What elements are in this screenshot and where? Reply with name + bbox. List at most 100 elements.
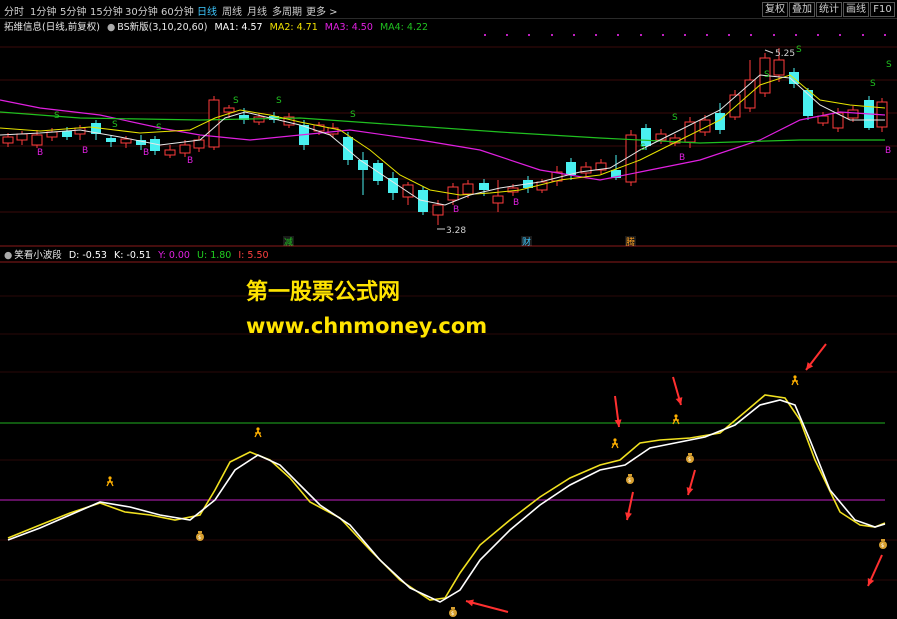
buy-signal: B: [82, 146, 88, 156]
candle: [388, 172, 398, 200]
ma4-line: [0, 111, 885, 144]
candle: [595, 159, 607, 174]
money-bag-icon: $: [196, 531, 204, 541]
candle-body: [106, 138, 116, 142]
candle-body: [253, 116, 265, 123]
chart-canvas[interactable]: SS SS SSSSSSSSB B BBBBBB 5.25 3.28 减 财 腾 $$$…: [0, 0, 897, 619]
money-bag-icon: $: [449, 607, 457, 617]
candle: [684, 117, 696, 148]
candle-body: [402, 184, 414, 198]
candle: [402, 182, 414, 205]
annotation-arrows: [465, 343, 883, 613]
k-line: [7, 394, 886, 601]
sell-signal: S: [350, 110, 356, 120]
event-marker-label: 减: [284, 236, 293, 248]
sell-signal: S: [672, 113, 678, 123]
candle-body: [432, 204, 444, 216]
sell-signal: S: [796, 45, 802, 55]
sell-signal: S: [640, 143, 646, 153]
annotation-arrow: [672, 376, 683, 406]
candle-body: [343, 137, 353, 160]
buy-signal: B: [885, 146, 891, 156]
sell-signal: S: [870, 79, 876, 89]
candles: [2, 48, 888, 225]
watermark-url: www.chnmoney.com: [246, 314, 488, 338]
candle: [327, 123, 339, 138]
event-marker-label: 财: [522, 236, 531, 248]
candle-body: [164, 149, 176, 156]
candle-body: [847, 109, 859, 119]
candle: [16, 131, 28, 145]
candle: [551, 166, 563, 186]
buy-signal: B: [513, 198, 519, 208]
candle-body: [773, 59, 785, 76]
candle: [150, 136, 160, 155]
candle: [106, 135, 116, 147]
candle-body: [31, 134, 43, 146]
sell-signal: S: [886, 60, 892, 70]
sell-signal: S: [276, 96, 282, 106]
sell-signal: S: [112, 120, 118, 130]
annotation-arrow: [625, 491, 634, 521]
annotation-arrow: [614, 395, 622, 428]
candle-body: [193, 139, 205, 149]
svg-text:$: $: [688, 457, 691, 463]
money-bag-icon: $: [686, 453, 694, 463]
sell-signal: S: [156, 123, 162, 133]
event-marker[interactable]: 财: [521, 236, 532, 248]
candle: [715, 103, 725, 134]
candle: [744, 60, 756, 112]
candle: [729, 90, 741, 120]
annotation-arrow: [686, 469, 696, 496]
event-marker-label: 腾: [626, 236, 635, 248]
sell-signal: S: [764, 70, 770, 80]
sub-grid: [0, 295, 897, 581]
buy-signal: B: [37, 148, 43, 158]
svg-text:$: $: [881, 543, 884, 549]
candle-body: [208, 99, 220, 148]
d-line: [7, 399, 886, 603]
sell-signal: S: [54, 111, 60, 121]
sub-signals: $ $ $ $ $: [106, 375, 887, 617]
candle-body: [817, 115, 829, 124]
svg-text:$: $: [198, 535, 201, 541]
candle: [492, 180, 504, 212]
annotation-arrow: [867, 554, 883, 587]
buy-signal: B: [187, 156, 193, 166]
candle-body: [16, 133, 28, 141]
candle: [358, 152, 368, 195]
event-marker[interactable]: 减: [283, 236, 294, 248]
candle-body: [729, 94, 741, 118]
watermark-title: 第一股票公式网: [246, 280, 401, 305]
sell-person-icon: [106, 476, 114, 487]
annotation-arrow: [465, 599, 509, 613]
candle-body: [462, 183, 474, 195]
candle: [864, 96, 874, 130]
candle-body: [479, 183, 489, 190]
buy-signal: B: [679, 153, 685, 163]
candle: [208, 96, 220, 150]
top-dots: [484, 34, 886, 36]
high-price-label: 5.25: [775, 49, 795, 59]
candle: [91, 120, 101, 140]
event-marker[interactable]: 腾: [625, 236, 636, 248]
svg-text:$: $: [628, 478, 631, 484]
candle-body: [120, 138, 132, 144]
candle: [580, 162, 592, 177]
sell-person-icon: [791, 375, 799, 386]
annotation-arrow: [805, 343, 827, 371]
candle: [566, 158, 576, 180]
candle-body: [179, 144, 191, 154]
sell-person-icon: [611, 438, 619, 449]
svg-text:$: $: [451, 611, 454, 617]
buy-signal: B: [143, 148, 149, 158]
candle: [269, 112, 279, 123]
money-bag-icon: $: [626, 474, 634, 484]
sell-signal: S: [233, 96, 239, 106]
kd-lines: [7, 394, 886, 603]
candle: [343, 132, 353, 165]
candle-body: [2, 136, 14, 144]
low-price-label: 3.28: [446, 226, 466, 236]
candle-body: [492, 195, 504, 204]
candle-body: [223, 107, 235, 113]
